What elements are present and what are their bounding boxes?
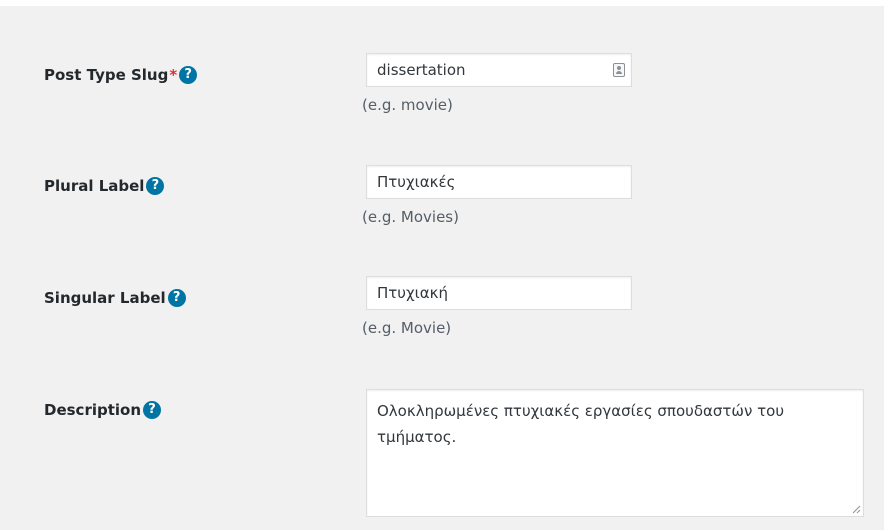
form-panel: Post Type Slug * ? dissertation (e.g. mo… — [0, 6, 884, 530]
description-value: Ολοκληρωμένες πτυχιακές εργασίες σπουδασ… — [377, 402, 785, 446]
required-asterisk: * — [169, 66, 178, 84]
singular-label: Singular Label ? — [44, 289, 186, 307]
help-icon[interactable]: ? — [179, 66, 198, 84]
singular-hint: (e.g. Movie) — [362, 319, 452, 337]
plural-input-value: Πτυχιακές — [377, 173, 456, 191]
singular-label-text: Singular Label — [44, 289, 166, 307]
plural-label-text: Plural Label — [44, 177, 145, 195]
description-textarea[interactable]: Ολοκληρωμένες πτυχιακές εργασίες σπουδασ… — [366, 389, 864, 517]
help-icon[interactable]: ? — [146, 177, 165, 195]
description-label-text: Description — [44, 401, 142, 419]
plural-hint: (e.g. Movies) — [362, 208, 459, 226]
help-icon[interactable]: ? — [143, 401, 162, 419]
autofill-contact-icon[interactable] — [613, 63, 625, 77]
slug-label: Post Type Slug * ? — [44, 66, 198, 84]
plural-label: Plural Label ? — [44, 177, 165, 195]
slug-hint: (e.g. movie) — [362, 96, 453, 114]
help-icon[interactable]: ? — [167, 289, 186, 307]
resize-handle-icon[interactable] — [851, 504, 861, 514]
description-label: Description ? — [44, 401, 162, 419]
slug-input[interactable]: dissertation — [366, 53, 632, 87]
slug-label-text: Post Type Slug — [44, 66, 169, 84]
singular-input[interactable]: Πτυχιακή — [366, 276, 632, 310]
slug-input-value: dissertation — [377, 61, 466, 79]
plural-input[interactable]: Πτυχιακές — [366, 165, 632, 199]
singular-input-value: Πτυχιακή — [377, 284, 448, 302]
